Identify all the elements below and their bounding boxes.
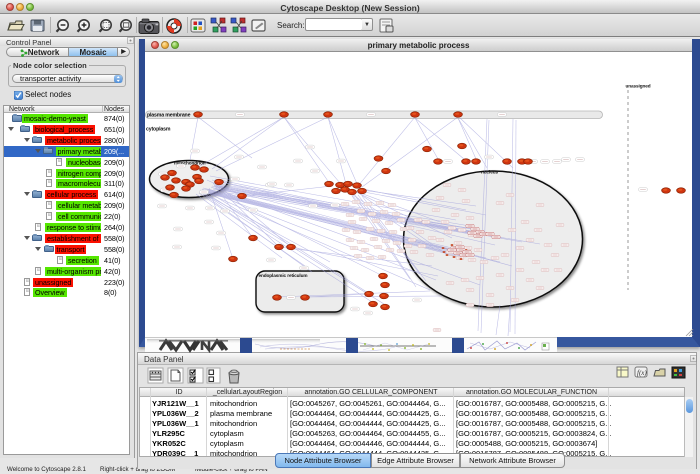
svg-text:nucleus: nucleus xyxy=(481,170,499,175)
svg-text:f(x): f(x) xyxy=(637,369,647,377)
svg-text:plasma membrane: plasma membrane xyxy=(147,113,191,119)
svg-text:endoplasmic reticulum: endoplasmic reticulum xyxy=(259,273,308,278)
svg-text:unassigned: unassigned xyxy=(626,84,651,89)
svg-text:cytoplasm: cytoplasm xyxy=(146,127,171,133)
